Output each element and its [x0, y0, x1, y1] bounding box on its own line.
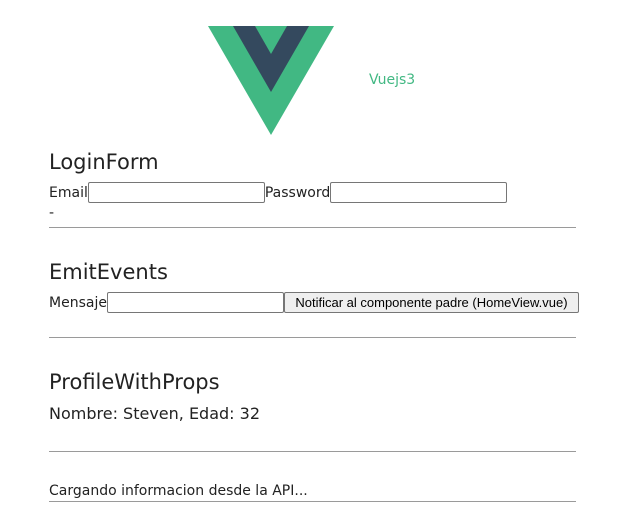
- divider: [49, 337, 576, 338]
- emit-events-title: EmitEvents: [49, 260, 168, 284]
- password-label: Password: [264, 184, 331, 201]
- profile-title: ProfileWithProps: [49, 370, 220, 394]
- notify-parent-button[interactable]: Notificar al componente padre (HomeView.…: [283, 292, 579, 313]
- emit-events-row: Mensaje Notificar al componente padre (H…: [49, 292, 579, 313]
- vue-logo-icon: [208, 26, 334, 135]
- login-status-text: -: [49, 205, 55, 221]
- login-form-row: Email Password: [49, 182, 508, 203]
- divider: [49, 451, 576, 452]
- login-form-title: LoginForm: [49, 150, 159, 174]
- password-field[interactable]: [330, 182, 508, 203]
- profile-info-text: Nombre: Steven, Edad: 32: [49, 404, 261, 423]
- api-loading-text: Cargando informacion desde la API...: [49, 483, 308, 499]
- divider: [49, 227, 576, 228]
- message-field[interactable]: [106, 292, 284, 313]
- email-label: Email: [49, 184, 88, 201]
- message-label: Mensaje: [49, 294, 107, 311]
- email-field[interactable]: [87, 182, 265, 203]
- nav-link-vuejs3[interactable]: Vuejs3: [369, 72, 415, 88]
- divider: [49, 501, 576, 502]
